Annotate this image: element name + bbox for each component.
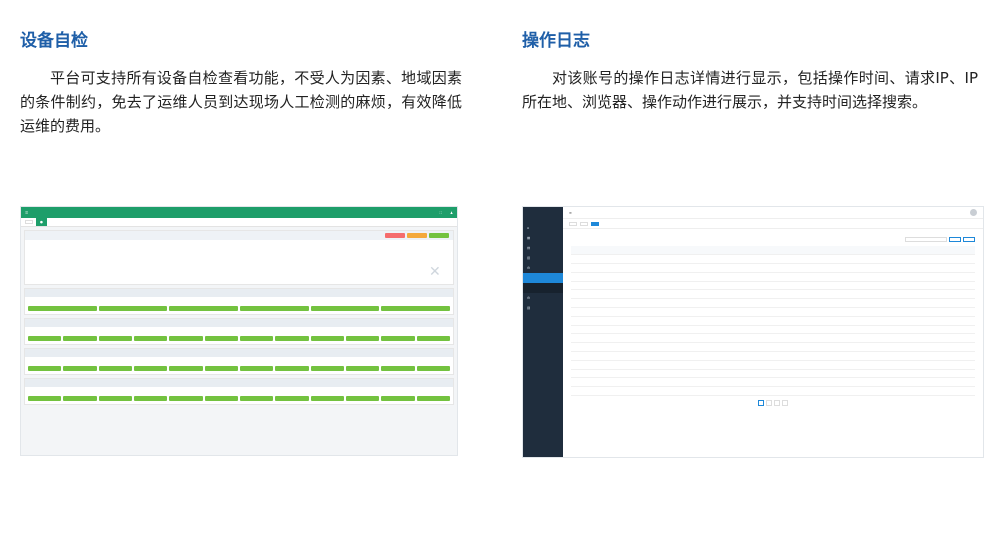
check-result-group — [24, 288, 454, 315]
sidebar-item: ▦ — [527, 236, 531, 240]
search-button — [949, 236, 961, 242]
sidebar-subitem-active — [523, 273, 563, 283]
table-row — [571, 386, 975, 397]
sidebar-item: ▥ — [527, 256, 531, 260]
tab-item — [580, 221, 588, 226]
action-button — [429, 233, 449, 238]
sidebar-logo — [523, 209, 563, 223]
check-result-group — [24, 378, 454, 405]
tools-icon: ✕ — [429, 264, 441, 280]
self-check-summary-card: ✕ — [24, 230, 454, 285]
tab-strip — [563, 219, 983, 229]
table-header-row — [571, 246, 975, 256]
group-header — [25, 379, 453, 387]
page-item — [774, 400, 780, 407]
section-description-device-self-check: 平台可支持所有设备自检查看功能，不受人为因素、地域因素的条件制约，免去了运维人员… — [20, 69, 462, 135]
table-row — [571, 342, 975, 353]
card-header — [25, 231, 453, 240]
tab-item — [25, 220, 33, 224]
reset-button — [963, 236, 975, 242]
group-header — [25, 289, 453, 297]
table-row — [571, 254, 975, 265]
breadcrumb: ≡ — [569, 210, 572, 215]
action-button — [385, 233, 405, 238]
status-bar-row — [25, 305, 453, 314]
user-icon: ♟ — [449, 210, 453, 215]
table-row — [571, 263, 975, 273]
status-bar-row — [25, 365, 453, 374]
page-item — [766, 400, 772, 407]
table-row — [571, 316, 975, 326]
sidebar-subitem — [523, 283, 563, 293]
operation-log-screenshot: ⌂ ▦ ▤ ▥ ⚙ ⚙ ▧ ≡ — [522, 206, 984, 458]
status-bar-row — [25, 335, 453, 344]
device-self-check-screenshot: ☰ ⛶ ♟ ● ✕ — [20, 206, 458, 456]
status-bar-row — [25, 395, 453, 404]
card-info: ✕ — [25, 240, 453, 284]
check-result-group — [24, 318, 454, 345]
table-row — [571, 325, 975, 335]
check-result-group — [24, 348, 454, 375]
sidebar-item: ⌂ — [527, 226, 530, 230]
table-row — [571, 333, 975, 344]
tab-strip: ● — [21, 218, 457, 227]
tab-item-active — [591, 221, 599, 226]
sidebar-item: ▧ — [527, 306, 531, 310]
table-row — [571, 281, 975, 291]
fullscreen-icon: ⛶ — [439, 210, 442, 215]
sidebar-item: ⚙ — [527, 266, 531, 270]
table-row — [571, 289, 975, 300]
table-row — [571, 360, 975, 370]
top-bar: ≡ — [563, 207, 983, 219]
page-item — [758, 400, 764, 407]
log-table — [571, 246, 975, 397]
app-header-bar: ☰ ⛶ ♟ — [21, 207, 457, 218]
action-button — [407, 233, 427, 238]
table-row — [571, 377, 975, 388]
page-item — [782, 400, 788, 407]
tab-item-active: ● — [36, 218, 47, 226]
table-row — [571, 307, 975, 317]
section-title-operation-log: 操作日志 — [522, 31, 590, 51]
section-title-device-self-check: 设备自检 — [20, 31, 88, 51]
table-row — [571, 369, 975, 379]
sidebar-item: ⚙ — [527, 296, 531, 300]
sidebar-item: ▤ — [527, 246, 531, 250]
pagination — [571, 400, 975, 407]
table-row — [571, 272, 975, 282]
group-header — [25, 349, 453, 357]
table-row — [571, 298, 975, 309]
filter-bar — [571, 235, 975, 243]
sidebar: ⌂ ▦ ▤ ▥ ⚙ ⚙ ▧ — [523, 207, 563, 457]
section-description-operation-log: 对该账号的操作日志详情进行显示，包括操作时间、请求IP、IP所在地、浏览器、操作… — [522, 69, 978, 111]
date-range-input — [905, 236, 947, 242]
table-row — [571, 351, 975, 361]
avatar — [970, 209, 977, 216]
tab-item — [569, 221, 577, 226]
menu-icon: ☰ — [25, 210, 29, 215]
group-header — [25, 319, 453, 327]
